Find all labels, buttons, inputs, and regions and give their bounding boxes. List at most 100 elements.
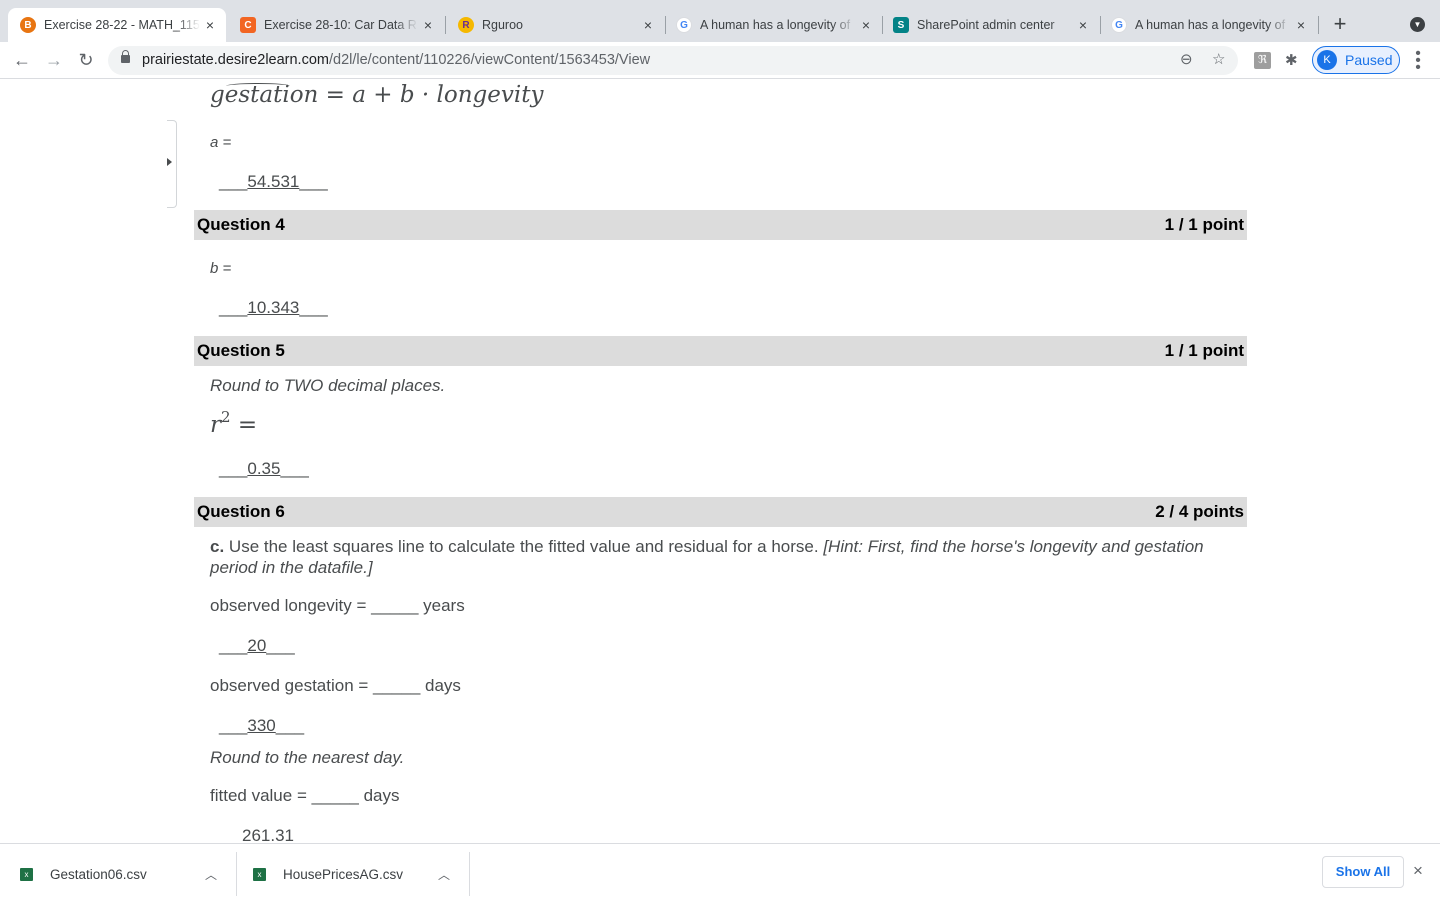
r-squared-label: r2 = <box>210 408 257 438</box>
answer-suffix: ___ <box>280 459 309 478</box>
profile-button[interactable]: K Paused <box>1312 46 1400 74</box>
chevron-up-icon[interactable]: ︿ <box>438 866 450 883</box>
answer-prefix: ___ <box>219 716 248 735</box>
download-item-houseprices[interactable]: x HousePricesAG.csv ︿ <box>253 852 450 896</box>
bookmark-star-icon[interactable]: ☆ <box>1212 50 1225 68</box>
tab-strip: B Exercise 28-22 - MATH_115 × C Exercise… <box>0 0 1440 42</box>
tab-title: Exercise 28-22 - MATH_115 <box>44 18 200 32</box>
tab-separator <box>1318 16 1319 34</box>
gestation-answer: ___330___ <box>219 716 304 736</box>
show-all-button[interactable]: Show All <box>1322 856 1404 888</box>
google-icon: G <box>1111 17 1127 33</box>
b-label: b = <box>210 260 232 277</box>
download-separator <box>236 852 237 896</box>
fitted-value-label: fitted value = _____ days <box>210 786 400 805</box>
question-6-header: Question 6 2 / 4 points <box>194 497 1247 527</box>
close-tab-icon[interactable]: × <box>638 17 658 33</box>
tab-title: SharePoint admin center <box>917 18 1055 32</box>
answer-suffix: ___ <box>299 172 328 191</box>
sharepoint-icon: S <box>893 17 909 33</box>
regression-equation: gestation = a + b · longevity <box>210 82 543 108</box>
a-label: a = <box>210 134 232 151</box>
math-equals: = <box>230 412 258 438</box>
question-score: 2 / 4 points <box>1155 502 1244 521</box>
math-base: r <box>210 412 221 438</box>
extension-icon[interactable]: ℜ <box>1254 52 1271 69</box>
tab-title: A human has a longevity of <box>700 18 851 32</box>
excel-file-icon: x <box>20 867 33 881</box>
round-nearest-day: Round to the nearest day. <box>210 748 405 767</box>
b-answer: ___10.343___ <box>219 298 328 318</box>
gestation-label: observed gestation = _____ days <box>210 676 461 695</box>
tab-exercise-28-10[interactable]: C Exercise 28-10: Car Data R × <box>228 8 444 42</box>
question-title: Question 5 <box>197 341 285 360</box>
r-squared-answer: ___0.35___ <box>219 459 309 479</box>
close-tab-icon[interactable]: × <box>1291 17 1311 33</box>
close-tab-icon[interactable]: × <box>856 17 876 33</box>
answer-prefix: ___ <box>219 636 248 655</box>
question-title: Question 4 <box>197 215 285 234</box>
forward-icon[interactable]: → <box>42 48 66 72</box>
question-score: 1 / 1 point <box>1164 215 1244 234</box>
sidebar-toggle-button[interactable] <box>167 120 177 208</box>
tab-search-icon[interactable]: ▼ <box>1410 17 1425 32</box>
answer-prefix: ___ <box>219 172 248 191</box>
profile-status: Paused <box>1345 52 1393 68</box>
close-shelf-icon[interactable]: × <box>1413 861 1423 881</box>
back-icon[interactable]: ← <box>10 48 34 72</box>
brightspace-icon: B <box>20 17 36 33</box>
answer-value: 10.343 <box>247 298 300 317</box>
download-item-gestation[interactable]: x Gestation06.csv ︿ <box>20 852 217 896</box>
answer-value: 54.531 <box>247 172 300 191</box>
download-filename: HousePricesAG.csv <box>283 866 404 882</box>
excel-file-icon: x <box>253 867 266 881</box>
c-icon: C <box>240 17 256 33</box>
answer-suffix: ___ <box>275 716 305 735</box>
close-tab-icon[interactable]: × <box>200 17 220 33</box>
browser-menu-icon[interactable]: • • • <box>1412 46 1424 76</box>
rguroo-icon: R <box>458 17 474 33</box>
chevron-up-icon[interactable]: ︿ <box>205 866 217 883</box>
tab-rguroo[interactable]: R Rguroo × <box>446 8 664 42</box>
answer-value: 20 <box>247 636 267 655</box>
answer-value: 0.35 <box>247 459 281 478</box>
longevity-label: observed longevity = _____ years <box>210 596 465 615</box>
question-6-prompt: c. Use the least squares line to calcula… <box>210 536 1240 578</box>
expand-triangle-icon <box>167 158 172 166</box>
extensions-puzzle-icon[interactable]: ✱ <box>1285 52 1302 69</box>
url-host: prairiestate.desire2learn.com <box>142 52 329 68</box>
answer-prefix: ___ <box>219 298 248 317</box>
answer-suffix: ___ <box>266 636 295 655</box>
answer-suffix: ___ <box>299 298 328 317</box>
tab-google-longevity-2[interactable]: G A human has a longevity of × <box>1099 8 1317 42</box>
new-tab-button[interactable]: + <box>1330 12 1350 36</box>
address-bar[interactable]: prairiestate.desire2learn.com/d2l/le/con… <box>108 46 1238 75</box>
close-tab-icon[interactable]: × <box>418 17 438 33</box>
answer-prefix: ___ <box>219 459 248 478</box>
question-title: Question 6 <box>197 502 285 521</box>
tab-title: A human has a longevity of <box>1135 18 1286 32</box>
fitted-value-answer: 261.31 <box>242 826 294 843</box>
tab-exercise-28-22[interactable]: B Exercise 28-22 - MATH_115 × <box>8 8 226 42</box>
download-filename: Gestation06.csv <box>50 866 147 882</box>
tab-title: Exercise 28-10: Car Data R <box>264 18 417 32</box>
question-score: 1 / 1 point <box>1164 341 1244 360</box>
url-path: /d2l/le/content/110226/viewContent/15634… <box>328 52 651 68</box>
tab-sharepoint[interactable]: S SharePoint admin center × <box>881 8 1099 42</box>
reload-icon[interactable]: ↻ <box>74 48 98 72</box>
longevity-answer: ___20___ <box>219 636 295 656</box>
tab-google-longevity-1[interactable]: G A human has a longevity of × <box>664 8 882 42</box>
close-tab-icon[interactable]: × <box>1073 17 1093 33</box>
answer-value: 330 <box>247 716 276 735</box>
google-icon: G <box>676 17 692 33</box>
page-content: gestation = a + b · longevity a = ___54.… <box>0 80 1440 843</box>
a-answer: ___54.531___ <box>219 172 328 192</box>
browser-toolbar: ← → ↻ prairiestate.desire2learn.com/d2l/… <box>0 42 1440 79</box>
question-5-header: Question 5 1 / 1 point <box>194 336 1247 366</box>
download-separator <box>469 852 470 896</box>
zoom-out-icon[interactable]: ⊖ <box>1180 50 1193 68</box>
math-exponent: 2 <box>221 408 231 426</box>
question-4-header: Question 4 1 / 1 point <box>194 210 1247 240</box>
url-text[interactable]: prairiestate.desire2learn.com/d2l/le/con… <box>142 52 650 68</box>
equation-rhs: = a + b · longevity <box>318 82 544 108</box>
